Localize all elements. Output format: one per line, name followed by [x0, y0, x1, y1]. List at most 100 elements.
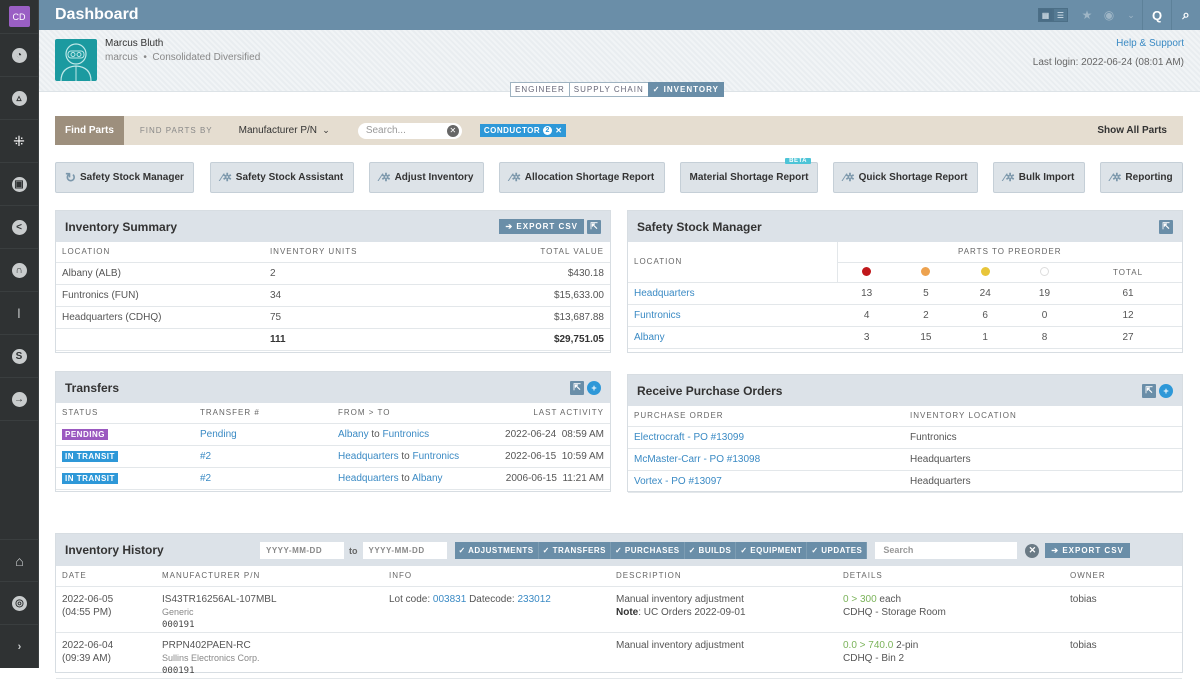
- tab-supply-chain[interactable]: SUPPLY CHAIN: [568, 82, 649, 97]
- datecode-link[interactable]: 233012: [517, 594, 550, 605]
- company-logo[interactable]: CD: [0, 0, 38, 34]
- filter-tag-conductor[interactable]: CONDUCTOR 2 ✕: [479, 124, 567, 137]
- quick-search-icon[interactable]: Q: [1143, 0, 1171, 30]
- to-location-link[interactable]: Funtronics: [382, 429, 429, 440]
- add-purchase-order-icon[interactable]: +: [1159, 383, 1173, 398]
- transfer-link[interactable]: #2: [200, 451, 211, 462]
- from-location-link[interactable]: Headquarters: [338, 473, 399, 484]
- tab-inventory[interactable]: ✓ INVENTORY: [647, 82, 724, 97]
- tab-engineer[interactable]: ENGINEER: [510, 82, 570, 97]
- action-buttons: ↻ Safety Stock Manager ⁄✲ Safety Stock Ass…: [55, 158, 1183, 193]
- part-number[interactable]: PRPN402PAEN-RC: [162, 639, 377, 652]
- find-parts-button[interactable]: Find Parts: [55, 116, 124, 145]
- history-search-input[interactable]: Search: [875, 542, 1018, 559]
- filter-purchases[interactable]: ✓ PURCHASES: [610, 542, 685, 559]
- table-row: Albany 3 15 1 8 27: [628, 326, 1182, 349]
- username: marcus: [105, 52, 138, 63]
- show-all-parts-button[interactable]: Show All Parts: [1087, 119, 1177, 142]
- end-date-input[interactable]: YYYY-MM-DD: [362, 542, 447, 559]
- allocation-shortage-report-button[interactable]: ⁄✲ Allocation Shortage Report: [499, 162, 665, 193]
- bulk-import-button[interactable]: ⁄✲ Bulk Import: [993, 162, 1085, 193]
- part-number[interactable]: IS43TR16256AL-107MBL: [162, 593, 377, 606]
- table-row: Funtronics 4 2 6 0 12: [628, 304, 1182, 327]
- remove-tag-icon[interactable]: ✕: [555, 126, 562, 135]
- find-by-select[interactable]: Manufacturer P/N ⌄: [239, 125, 330, 136]
- location-link[interactable]: Albany: [634, 332, 665, 343]
- sidebar-item-help[interactable]: ◎: [0, 582, 39, 625]
- location-link[interactable]: Headquarters: [634, 288, 695, 299]
- safety-stock-assistant-button[interactable]: ⁄✲ Safety Stock Assistant: [210, 162, 354, 193]
- sidebar-expand-button[interactable]: ›: [0, 625, 39, 668]
- sidebar-item-share[interactable]: <: [0, 206, 38, 249]
- from-location-link[interactable]: Albany: [338, 429, 369, 440]
- sidebar: CD ◔ ▵ ⁜ ▣ < ∩ ǀ S → ⌂ ◎ ›: [0, 0, 39, 668]
- quantity-change: 0.0 > 740.0: [843, 639, 894, 651]
- sidebar-item-exit[interactable]: →: [0, 378, 38, 421]
- magic-wand-icon: ⁄✲: [1110, 172, 1122, 184]
- open-external-icon[interactable]: ⇱: [1142, 383, 1156, 398]
- column-header: LOCATION: [56, 242, 264, 263]
- column-header: PURCHASE ORDER: [628, 406, 904, 427]
- filter-transfers[interactable]: ✓ TRANSFERS: [538, 542, 611, 559]
- filter-builds[interactable]: ✓ BUILDS: [684, 542, 737, 559]
- from-location-link[interactable]: Headquarters: [338, 451, 399, 462]
- panel-title: Inventory Summary: [65, 219, 178, 234]
- clear-search-icon[interactable]: ✕: [446, 124, 459, 137]
- export-csv-button[interactable]: ➔ EXPORT CSV: [499, 219, 584, 234]
- lot-code-link[interactable]: 003831: [433, 594, 466, 605]
- filter-equipment[interactable]: ✓ EQUIPMENT: [736, 542, 808, 559]
- to-location-link[interactable]: Funtronics: [413, 451, 460, 462]
- open-external-icon[interactable]: ⇱: [570, 380, 584, 395]
- warning-dot-icon: [921, 266, 931, 276]
- user-name: Marcus Bluth: [105, 38, 164, 49]
- manufacturer: Generic: [162, 606, 194, 617]
- safety-stock-manager-button[interactable]: ↻ Safety Stock Manager: [55, 162, 194, 193]
- table-row: McMaster-Carr - PO #13098 Headquarters: [628, 448, 1182, 471]
- search-input[interactable]: Search... ✕: [357, 122, 462, 139]
- star-icon[interactable]: ★: [1076, 8, 1098, 22]
- history-filters: ✓ ADJUSTMENTS ✓ TRANSFERS ✓ PURCHASES ✓ …: [454, 542, 868, 559]
- sidebar-item-recycle[interactable]: ▵: [0, 77, 38, 120]
- sidebar-item-home[interactable]: ⌂: [0, 539, 39, 582]
- list-view-icon[interactable]: ☰: [1053, 8, 1068, 22]
- transfer-link[interactable]: Pending: [200, 429, 237, 440]
- filter-updates[interactable]: ✓ UPDATES: [807, 542, 868, 559]
- inventory-history-table: DATE MANUFACTURER P/N INFO DESCRIPTION D…: [56, 566, 1182, 679]
- sidebar-item-dashboard[interactable]: ◔: [0, 34, 38, 77]
- column-header: TRANSFER #: [194, 403, 332, 424]
- search-icon[interactable]: ⌕: [1172, 0, 1200, 30]
- beta-badge: BETA: [785, 158, 811, 164]
- chevron-down-icon[interactable]: ⌄: [1120, 10, 1142, 21]
- adjust-inventory-button[interactable]: ⁄✲ Adjust Inventory: [369, 162, 484, 193]
- location-link[interactable]: Funtronics: [634, 310, 681, 321]
- eye-icon[interactable]: ◉: [1098, 8, 1120, 22]
- caution-dot-icon: [980, 266, 990, 276]
- safety-stock-manager-panel: Safety Stock Manager ⇱ LOCATION PARTS TO…: [627, 210, 1183, 353]
- sidebar-item-inventory[interactable]: ▣: [0, 163, 38, 206]
- purchase-order-link[interactable]: Electrocraft - PO #13099: [634, 432, 744, 443]
- material-shortage-report-button[interactable]: Material Shortage Report BETA: [680, 158, 818, 193]
- open-external-icon[interactable]: ⇱: [587, 219, 601, 234]
- purchase-order-link[interactable]: McMaster-Carr - PO #13098: [634, 454, 760, 465]
- open-external-icon[interactable]: ⇱: [1159, 219, 1173, 234]
- add-transfer-icon[interactable]: +: [587, 380, 601, 395]
- filter-adjustments[interactable]: ✓ ADJUSTMENTS: [454, 542, 539, 559]
- sidebar-item-finance[interactable]: S: [0, 335, 38, 378]
- export-csv-button[interactable]: ➔ EXPORT CSV: [1045, 543, 1130, 558]
- avatar[interactable]: [55, 39, 97, 81]
- transfer-link[interactable]: #2: [200, 473, 211, 484]
- grid-view-icon[interactable]: ▦: [1038, 8, 1053, 22]
- quick-shortage-report-button[interactable]: ⁄✲ Quick Shortage Report: [833, 162, 978, 193]
- magic-wand-icon: ⁄✲: [379, 172, 391, 184]
- purchase-order-link[interactable]: Vortex - PO #13097: [634, 476, 722, 487]
- help-support-link[interactable]: Help & Support: [1116, 38, 1184, 49]
- sidebar-item-tools[interactable]: ǀ: [0, 292, 38, 335]
- clear-search-icon[interactable]: ✕: [1025, 543, 1040, 558]
- sidebar-item-parts[interactable]: ⁜: [0, 120, 38, 163]
- table-row: IN TRANSIT #2 Headquarters to Funtronics…: [56, 445, 610, 468]
- sidebar-item-support[interactable]: ∩: [0, 249, 38, 292]
- to-location-link[interactable]: Albany: [412, 473, 443, 484]
- last-login: Last login: 2022-06-24 (08:01 AM): [1032, 57, 1184, 68]
- reporting-button[interactable]: ⁄✲ Reporting: [1100, 162, 1183, 193]
- start-date-input[interactable]: YYYY-MM-DD: [260, 542, 344, 559]
